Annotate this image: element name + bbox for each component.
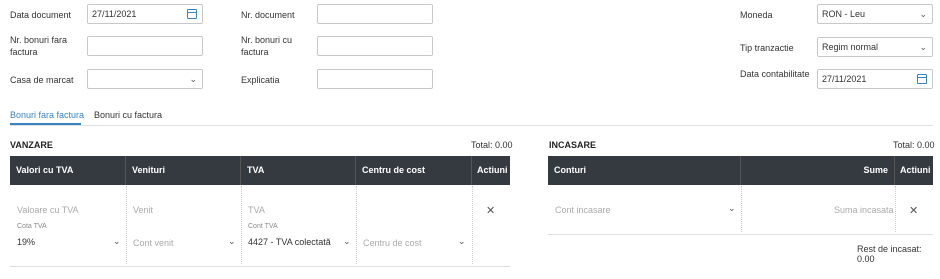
cota-tva-select[interactable]: 19% <box>17 237 35 247</box>
tip-tranzactie-label: Tip tranzactie <box>740 43 794 53</box>
data-document-value: 27/11/2021 <box>92 9 137 19</box>
delete-row-icon[interactable]: ✕ <box>909 204 918 217</box>
col-centru-de-cost: Centru de cost <box>356 156 472 185</box>
incasare-title: INCASARE <box>549 140 597 150</box>
rest-de-incasat: Rest de incasat: 0.00 <box>857 244 922 264</box>
chevron-down-icon: ⌄ <box>458 236 466 246</box>
col-venituri: Venituri <box>126 156 241 185</box>
suma-incasata-input[interactable]: Suma incasata <box>834 205 894 215</box>
cont-venit-select[interactable]: Cont venit <box>133 238 174 248</box>
tab-bonuri-fara-factura[interactable]: Bonuri fara factura <box>10 110 84 120</box>
calendar-icon[interactable] <box>917 74 927 84</box>
moneda-value: RON - Leu <box>822 9 866 19</box>
col-actiuni-incasare: Actiuni <box>900 165 931 175</box>
data-document-label: Data document <box>10 10 72 20</box>
casa-de-marcat-select[interactable]: ⌄ <box>87 69 203 89</box>
cell-divider <box>126 186 127 264</box>
nr-document-label: Nr. document <box>241 10 295 20</box>
chevron-down-icon: ⌄ <box>919 9 927 19</box>
cell-divider <box>241 186 242 264</box>
valoare-cu-tva-input[interactable]: Valoare cu TVA <box>17 205 79 215</box>
moneda-select[interactable]: RON - Leu ⌄ <box>817 4 933 24</box>
cell-divider <box>741 186 742 232</box>
venit-input[interactable]: Venit <box>133 205 153 215</box>
vanzare-title: VANZARE <box>10 140 53 150</box>
cell-divider <box>895 186 896 232</box>
delete-row-icon[interactable]: ✕ <box>486 204 495 217</box>
tabs-divider <box>10 125 933 126</box>
explicatia-field[interactable] <box>317 69 433 89</box>
casa-de-marcat-label: Casa de marcat <box>10 75 74 85</box>
col-tva: TVA <box>241 156 356 185</box>
cont-tva-label: Cont TVA <box>248 223 278 230</box>
chevron-down-icon: ⌄ <box>728 203 736 213</box>
calendar-icon[interactable] <box>187 9 197 19</box>
chevron-down-icon: ⌄ <box>189 74 197 84</box>
col-valori-cu-tva: Valori cu TVA <box>10 156 126 185</box>
centru-de-cost-select[interactable]: Centru de cost <box>363 238 422 248</box>
col-conturi: Conturi <box>548 156 741 185</box>
nr-document-field[interactable] <box>317 4 433 24</box>
nr-bonuri-fara-label: Nr. bonuri fara factura <box>10 35 68 57</box>
explicatia-label: Explicatia <box>241 75 280 85</box>
chevron-down-icon: ⌄ <box>113 236 121 246</box>
vanzare-row-divider <box>10 266 510 267</box>
data-contabilitate-label: Data contabilitate <box>740 69 810 79</box>
incasare-row-divider <box>548 234 933 235</box>
tva-input[interactable]: TVA <box>248 205 265 215</box>
vanzare-total: Total: 0.00 <box>471 140 513 150</box>
data-document-field[interactable]: 27/11/2021 <box>87 4 203 24</box>
col-actiuni: Actiuni <box>477 165 508 175</box>
chevron-down-icon: ⌄ <box>343 236 351 246</box>
data-contabilitate-field[interactable]: 27/11/2021 <box>817 69 933 89</box>
cont-incasare-select[interactable]: Cont incasare <box>555 205 611 215</box>
col-sume: Sume <box>741 156 895 185</box>
vanzare-table-header: Valori cu TVA Venituri TVA Centru de cos… <box>10 156 510 185</box>
chevron-down-icon: ⌄ <box>919 42 927 52</box>
data-contabilitate-value: 27/11/2021 <box>822 74 867 84</box>
tip-tranzactie-value: Regim normal <box>822 42 879 52</box>
tip-tranzactie-select[interactable]: Regim normal ⌄ <box>817 37 933 57</box>
nr-bonuri-fara-field[interactable] <box>87 36 203 56</box>
cell-divider <box>472 186 473 264</box>
nr-bonuri-cu-field[interactable] <box>317 36 433 56</box>
cota-tva-label: Cota TVA <box>17 223 47 230</box>
tab-bonuri-cu-factura[interactable]: Bonuri cu factura <box>94 110 162 120</box>
incasare-total: Total: 0.00 <box>893 140 935 150</box>
chevron-down-icon: ⌄ <box>228 236 236 246</box>
incasare-table-header: Conturi Sume Actiuni <box>548 156 933 185</box>
cont-tva-select[interactable]: 4427 - TVA colectată <box>248 237 331 247</box>
cell-divider <box>356 186 357 264</box>
nr-bonuri-cu-label: Nr. bonuri cu factura <box>241 35 293 57</box>
moneda-label: Moneda <box>740 10 773 20</box>
